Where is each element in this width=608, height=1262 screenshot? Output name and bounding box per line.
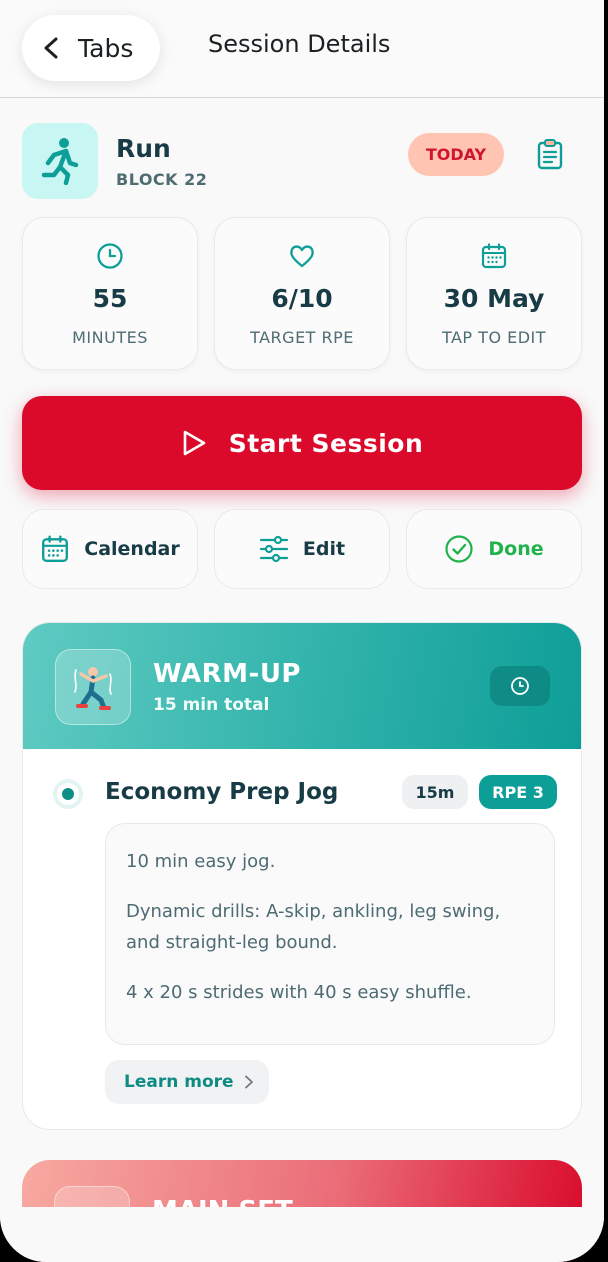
warmup-header[interactable]: WARM-UP 15 min total: [23, 623, 581, 749]
app-screen: Tabs Session Details Run BLOCK 22 TODAY …: [0, 0, 604, 1262]
calendar-icon: [42, 535, 69, 562]
duration-pill: 15m: [402, 775, 468, 809]
stat-label: TAP TO EDIT: [441, 328, 547, 347]
clock-icon: [511, 677, 529, 695]
play-icon: [183, 430, 206, 456]
today-badge: TODAY: [408, 133, 504, 176]
done-button-label: Done: [488, 538, 544, 560]
session-subtitle: BLOCK 22: [116, 170, 208, 189]
stat-value: 6/10: [271, 284, 333, 313]
calendar-button[interactable]: Calendar: [22, 509, 198, 589]
exercise-bullet: [57, 783, 79, 805]
exercise-note: 10 min easy jog.: [126, 851, 276, 872]
back-button[interactable]: Tabs: [22, 15, 160, 81]
stat-label: TARGET RPE: [250, 328, 354, 347]
back-label: Tabs: [78, 33, 134, 63]
chevron-right-icon: [244, 1075, 253, 1089]
sliders-icon: [259, 535, 289, 563]
screen-edge: [604, 0, 608, 1262]
heart-icon: [290, 245, 314, 268]
calendar-button-label: Calendar: [84, 538, 180, 560]
exercise-notes: 10 min easy jog. Dynamic drills: A-skip,…: [105, 823, 555, 1045]
page-title: Session Details: [208, 30, 391, 58]
session-type-icon-box: [22, 123, 98, 199]
start-session-button[interactable]: Start Session: [22, 396, 582, 490]
warmup-card: WARM-UP 15 min total Economy Prep Jog 15…: [22, 622, 582, 1130]
chevron-left-icon: [44, 37, 58, 59]
edit-button[interactable]: Edit: [214, 509, 390, 589]
edit-button-label: Edit: [302, 538, 346, 560]
exercise-title[interactable]: Economy Prep Jog: [105, 779, 338, 805]
learn-more-button[interactable]: Learn more: [105, 1060, 269, 1104]
exercise-note: 4 x 20 s strides with 40 s easy shuffle.: [126, 982, 472, 1003]
stat-label: MINUTES: [72, 328, 148, 347]
stat-value: 30 May: [443, 284, 545, 313]
stat-card-minutes: 55 MINUTES: [22, 217, 198, 370]
running-person-icon: [41, 138, 79, 185]
clock-icon: [97, 243, 123, 269]
session-title: Run: [116, 134, 171, 163]
stretching-person-icon: [74, 667, 112, 710]
rpe-pill: RPE 3: [479, 775, 557, 809]
clipboard-icon[interactable]: [536, 138, 564, 170]
stat-card-target-rpe: 6/10 TARGET RPE: [214, 217, 390, 370]
warmup-subtitle: 15 min total: [153, 695, 270, 715]
done-button[interactable]: Done: [406, 509, 582, 589]
start-session-label: Start Session: [228, 428, 424, 458]
stat-value: 55: [92, 284, 128, 313]
check-circle-icon: [445, 535, 473, 563]
warmup-title: WARM-UP: [153, 659, 301, 689]
top-nav-bar: Tabs Session Details: [0, 0, 604, 98]
learn-more-label: Learn more: [124, 1072, 234, 1092]
calendar-icon: [481, 243, 507, 269]
warmup-timer-button[interactable]: [490, 666, 550, 706]
stat-card-date[interactable]: 30 May TAP TO EDIT: [406, 217, 582, 370]
bottom-safe-area: [0, 1207, 604, 1262]
exercise-note: Dynamic drills: A-skip, ankling, leg swi…: [126, 901, 501, 953]
warmup-icon-box: [55, 649, 131, 725]
